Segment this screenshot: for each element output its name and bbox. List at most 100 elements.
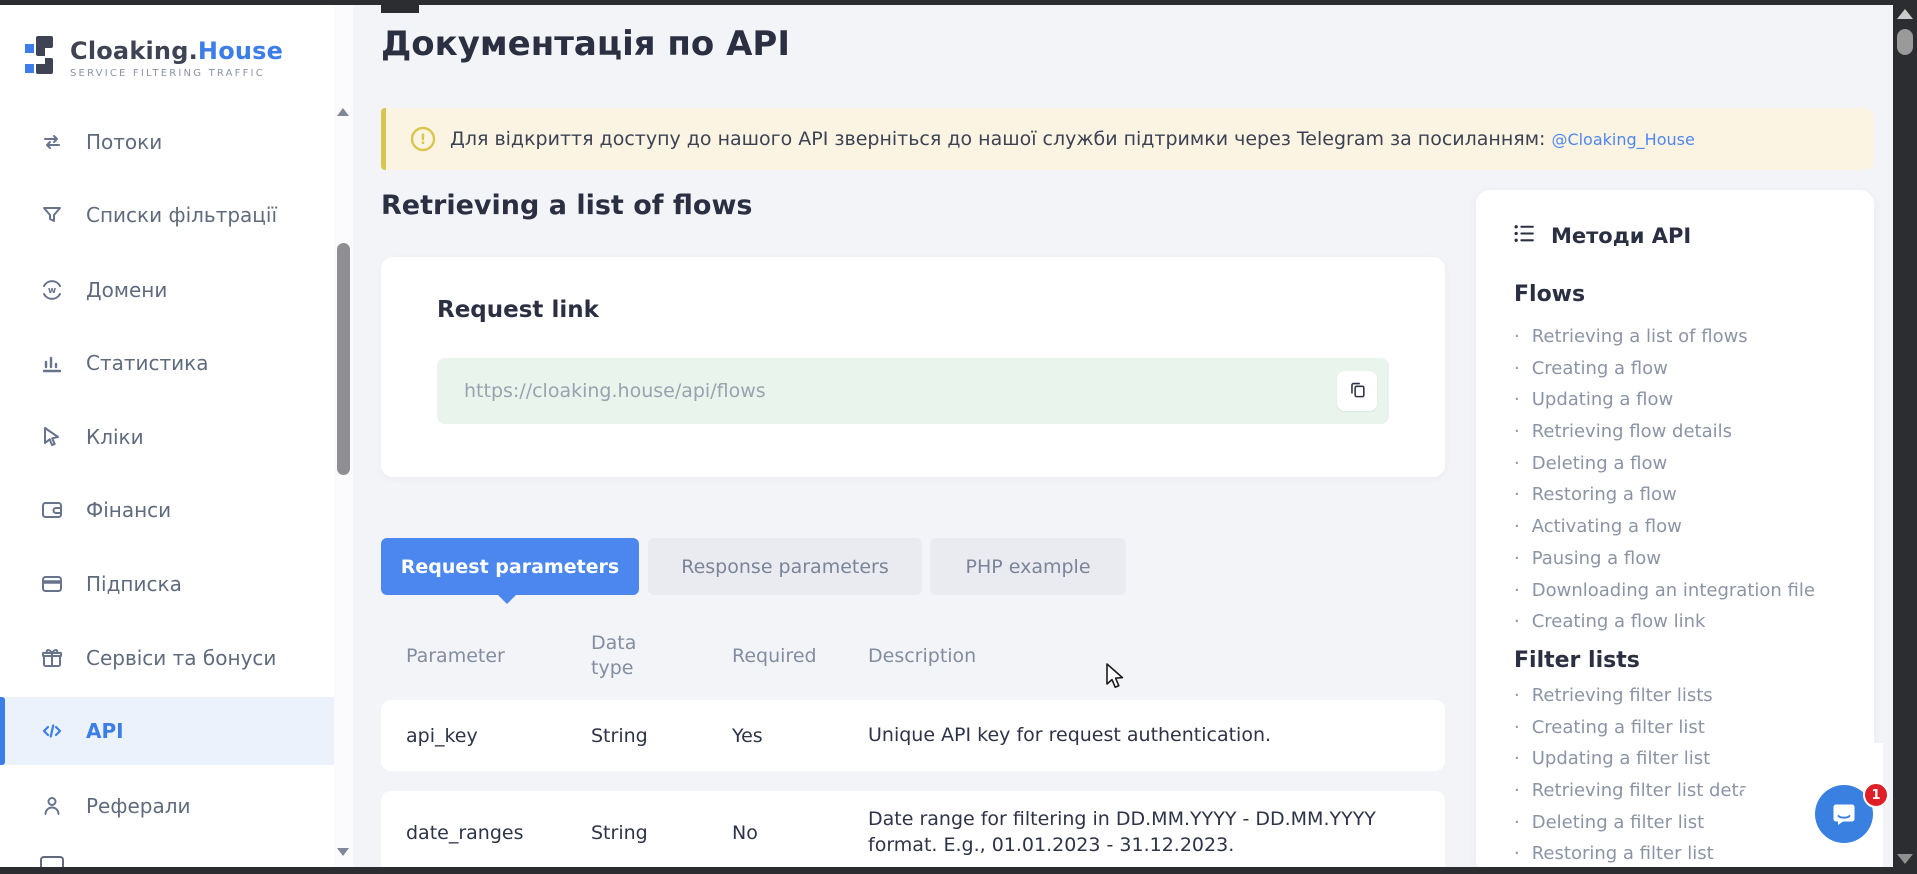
method-link[interactable]: Deleting a filter list — [1514, 807, 1769, 839]
logo-subtitle: SERVICE FILTERING TRAFFIC — [70, 68, 283, 79]
method-link[interactable]: Updating a filter list — [1514, 743, 1769, 775]
copy-icon — [1348, 380, 1367, 402]
filter-icon — [40, 203, 64, 227]
sidebar-item-label: Списки фільтрації — [86, 203, 277, 227]
cell-required: Yes — [732, 725, 868, 747]
methods-group-heading: Filter lists — [1514, 648, 1640, 673]
logo-icon — [24, 31, 60, 85]
warning-circle-icon: ! — [410, 126, 436, 152]
tab-php-example[interactable]: PHP example — [930, 538, 1126, 595]
methods-list-flows: Retrieving a list of flows Creating a fl… — [1514, 321, 1815, 638]
sidebar-item-label: Підписка — [86, 572, 182, 596]
method-link[interactable]: Creating a filter list — [1514, 712, 1769, 744]
tab-response-parameters[interactable]: Response parameters — [648, 538, 922, 595]
method-link[interactable]: Restoring a flow — [1514, 479, 1815, 511]
sidebar-item-domains[interactable]: w Домени — [0, 256, 334, 324]
code-icon — [40, 719, 64, 743]
gift-icon — [40, 646, 64, 670]
scroll-up-arrow-icon[interactable] — [337, 108, 349, 116]
tab-request-parameters[interactable]: Request parameters — [381, 538, 639, 595]
method-link[interactable]: Activating a flow — [1514, 511, 1815, 543]
sidebar-item-label: Фінанси — [86, 498, 171, 522]
globe-icon: w — [40, 278, 64, 302]
person-icon — [40, 794, 64, 818]
sidebar-scrollbar[interactable] — [334, 5, 353, 867]
request-url: https://cloaking.house/api/flows — [464, 358, 766, 424]
telegram-link[interactable]: @Cloaking_House — [1551, 130, 1694, 149]
sidebar-item-label: Домени — [86, 278, 167, 302]
method-link[interactable]: Restoring a filter list — [1514, 838, 1769, 870]
list-icon — [1512, 221, 1537, 250]
method-link[interactable]: Creating a flow — [1514, 353, 1815, 385]
column-header-description: Description — [868, 645, 1445, 667]
sidebar-item-subscription[interactable]: Підписка — [0, 550, 334, 618]
methods-panel-title: Методи API — [1551, 224, 1691, 248]
sidebar-item-api[interactable]: API — [0, 697, 334, 765]
request-link-label: Request link — [437, 297, 599, 323]
sidebar-item-label: Кліки — [86, 425, 144, 449]
info-banner: ! Для відкриття доступу до нашого API зв… — [381, 108, 1874, 170]
sidebar-scrollbar-thumb[interactable] — [337, 243, 350, 475]
svg-text:!: ! — [420, 132, 426, 148]
column-header-required: Required — [732, 645, 868, 667]
sidebar-item-finances[interactable]: Фінанси — [0, 476, 334, 544]
window-scrollbar[interactable] — [1893, 0, 1917, 874]
cell-parameter: date_ranges — [406, 822, 591, 844]
request-link-card: Request link https://cloaking.house/api/… — [381, 257, 1445, 477]
copy-button[interactable] — [1337, 371, 1377, 411]
sidebar-item-services-bonuses[interactable]: Сервіси та бонуси — [0, 624, 334, 692]
sidebar-item-referrals[interactable]: Реферали — [0, 772, 334, 840]
method-link[interactable]: Retrieving filter lists — [1514, 680, 1769, 712]
sidebar-item-filter-lists[interactable]: Списки фільтрації — [0, 181, 334, 249]
method-link[interactable]: Retrieving a list of flows — [1514, 321, 1815, 353]
cell-parameter: api_key — [406, 725, 591, 747]
cursor-icon — [40, 425, 64, 449]
sidebar-item-clicks[interactable]: Кліки — [0, 403, 334, 471]
scroll-down-arrow-icon[interactable] — [1897, 854, 1913, 864]
notification-badge: 1 — [1863, 782, 1889, 808]
credit-card-icon — [40, 572, 64, 596]
chat-bubble-icon — [1829, 798, 1859, 831]
sidebar-item-label: Реферали — [86, 794, 191, 818]
app-logo[interactable]: Cloaking.House SERVICE FILTERING TRAFFIC — [24, 31, 283, 85]
cell-description: Date range for filtering in DD.MM.YYYY -… — [868, 807, 1428, 858]
window-scrollbar-thumb[interactable] — [1897, 29, 1913, 55]
window-frame-notch — [381, 5, 419, 13]
method-link[interactable]: Retrieving filter list details — [1514, 775, 1769, 807]
scroll-up-arrow-icon[interactable] — [1897, 9, 1913, 19]
sidebar-item-label: API — [86, 719, 124, 743]
method-link[interactable]: Deleting a flow — [1514, 448, 1815, 480]
table-header: Parameter Data type Required Description — [381, 623, 1445, 689]
method-link[interactable]: Updating a flow — [1514, 384, 1815, 416]
logo-title: Cloaking.House — [70, 37, 283, 65]
bar-chart-icon — [40, 351, 64, 375]
scroll-down-arrow-icon[interactable] — [337, 848, 349, 856]
cell-data-type: String — [591, 822, 732, 844]
wallet-icon — [40, 498, 64, 522]
method-link[interactable]: Downloading an integration file — [1514, 575, 1815, 607]
banner-text: Для відкриття доступу до нашого API звер… — [450, 128, 1545, 150]
table-row: date_ranges String No Date range for fil… — [381, 791, 1445, 874]
column-header-parameter: Parameter — [406, 645, 591, 667]
cell-description: Unique API key for request authenticatio… — [868, 723, 1428, 749]
table-row: api_key String Yes Unique API key for re… — [381, 700, 1445, 771]
method-link[interactable]: Retrieving flow details — [1514, 416, 1815, 448]
methods-group-heading: Flows — [1514, 282, 1585, 307]
sidebar-item-label: Сервіси та бонуси — [86, 646, 276, 670]
section-heading: Retrieving a list of flows — [381, 190, 752, 221]
sync-icon — [40, 130, 64, 154]
sidebar: Cloaking.House SERVICE FILTERING TRAFFIC… — [0, 5, 353, 867]
sidebar-item-flows[interactable]: Потоки — [0, 108, 334, 176]
sidebar-item-statistics[interactable]: Статистика — [0, 329, 334, 397]
method-link[interactable]: Pausing a flow — [1514, 543, 1815, 575]
cell-data-type: String — [591, 725, 732, 747]
active-indicator — [0, 697, 5, 765]
sidebar-item-label: Статистика — [86, 351, 209, 375]
methods-list-filter-lists: Retrieving filter lists Creating a filte… — [1514, 680, 1769, 870]
cell-required: No — [732, 822, 868, 844]
request-url-field[interactable]: https://cloaking.house/api/flows — [437, 358, 1389, 424]
window-frame-top — [0, 0, 1917, 5]
column-header-data-type: Data type — [591, 631, 651, 680]
method-link[interactable]: Creating a flow link — [1514, 606, 1815, 638]
window-frame-bottom — [0, 867, 1917, 874]
